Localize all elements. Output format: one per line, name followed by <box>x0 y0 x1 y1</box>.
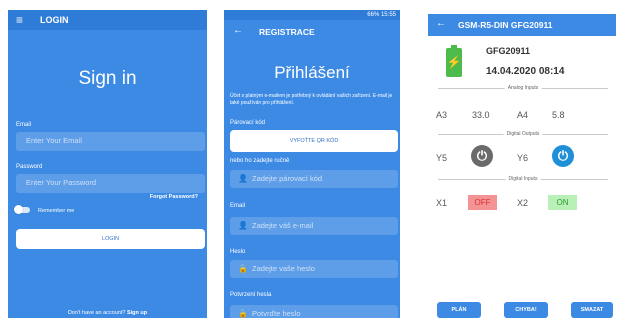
digital-inputs-divider: Digital Inputs <box>438 175 608 183</box>
manual-label: nebo ho zadejte ručně <box>230 158 290 164</box>
plan-button[interactable]: PLÁN <box>437 302 481 318</box>
toggle-knob <box>14 205 23 214</box>
status-text: 66% 15:55 <box>367 12 396 18</box>
y6-label: Y6 <box>517 153 529 163</box>
pairing-code-field[interactable]: 👤 Zadejte párovací kód <box>230 170 398 188</box>
login-button[interactable]: LOGIN <box>16 229 205 249</box>
device-screen: ← GSM-R5-DIN GFG20911 ⚡ GFG20911 14.04.2… <box>428 14 616 318</box>
confirm-password-label: Potvrzení hesla <box>230 292 272 298</box>
lock-icon: 🔒 <box>238 264 248 273</box>
remember-toggle[interactable] <box>14 205 30 214</box>
login-screen: ≡ LOGIN Sign in Email Enter Your Email P… <box>8 10 207 318</box>
status-bar: 66% 15:55 <box>224 10 400 20</box>
a3-label: A3 <box>436 110 448 120</box>
a4-value: 5.8 <box>552 110 565 120</box>
sign-in-heading: Sign in <box>78 68 137 89</box>
device-name: GFG20911 <box>486 46 531 56</box>
remember-label: Remember me <box>38 208 75 214</box>
reg-email-field[interactable]: 👤 Zadejte váš e-mail <box>230 217 398 235</box>
no-account-label: Don't have an account? <box>67 310 126 316</box>
analog-inputs-title: Analog Inputs <box>504 84 542 92</box>
person-icon: 👤 <box>238 221 248 230</box>
forgot-password-link[interactable]: Forgot Password? <box>150 193 198 201</box>
email-field[interactable]: Enter Your Email <box>16 132 205 151</box>
reg-password-field[interactable]: 🔒 Zadejte vaše heslo <box>230 260 398 278</box>
password-placeholder: Enter Your Password <box>26 178 97 187</box>
password-field[interactable]: Enter Your Password <box>16 174 205 193</box>
x1-state-badge: OFF <box>468 195 497 210</box>
registration-app-bar: ← REGISTRACE <box>224 20 400 42</box>
email-placeholder: Enter Your Email <box>26 136 82 145</box>
reg-email-placeholder: Zadejte váš e-mail <box>252 221 314 230</box>
registration-description: Účet s platným e-mailem je potřebný k ov… <box>230 93 393 106</box>
login-title: LOGIN <box>40 15 69 25</box>
digital-outputs-divider: Digital Outputs <box>438 130 608 138</box>
pairing-placeholder: Zadejte párovací kód <box>252 174 323 183</box>
confirm-password-field[interactable]: 🔒 Potvrďte heslo <box>230 305 398 318</box>
registration-title: REGISTRACE <box>259 27 315 37</box>
device-date: 14.04.2020 08:14 <box>486 66 565 77</box>
login-app-bar: ≡ LOGIN <box>8 10 207 30</box>
delete-button[interactable]: SMAZAT <box>571 302 613 318</box>
password-label: Password <box>16 164 43 170</box>
qr-code-button[interactable]: VYFOŤTE QR KÓD <box>230 130 398 152</box>
person-icon: 👤 <box>238 174 248 183</box>
battery-charging-icon: ⚡ <box>446 45 462 77</box>
no-account-text: Don't have an account? Sign up <box>8 309 207 317</box>
back-arrow-icon[interactable]: ← <box>233 25 243 37</box>
pairing-label: Párovací kód <box>230 120 266 126</box>
a3-value: 33.0 <box>472 110 490 120</box>
x2-label: X2 <box>517 198 529 208</box>
digital-outputs-title: Digital Outputs <box>503 130 543 138</box>
menu-icon[interactable]: ≡ <box>16 14 28 26</box>
prihlaseni-heading: Přihlášení <box>274 63 350 82</box>
analog-inputs-divider: Analog Inputs <box>438 84 608 92</box>
x1-label: X1 <box>436 198 448 208</box>
y5-power-icon[interactable]: ⏻ <box>471 145 493 167</box>
reg-password-placeholder: Zadejte vaše heslo <box>252 264 315 273</box>
email-label: Email <box>16 122 32 128</box>
a4-label: A4 <box>517 110 529 120</box>
y5-label: Y5 <box>436 153 448 163</box>
y6-power-icon[interactable]: ⏻ <box>552 145 574 167</box>
digital-inputs-title: Digital Inputs <box>505 175 541 183</box>
sign-up-link[interactable]: Sign up <box>127 310 147 316</box>
back-arrow-icon[interactable]: ← <box>436 18 446 30</box>
reg-email-label: Email <box>230 203 246 209</box>
reg-password-label: Heslo <box>230 249 246 255</box>
registration-screen: 66% 15:55 ← REGISTRACE Přihlášení Účet s… <box>224 10 400 318</box>
device-app-bar: ← GSM-R5-DIN GFG20911 <box>428 14 616 36</box>
lock-icon: 🔒 <box>238 309 248 318</box>
device-title: GSM-R5-DIN GFG20911 <box>458 20 553 30</box>
confirm-placeholder: Potvrďte heslo <box>252 309 301 318</box>
x2-state-badge: ON <box>548 195 577 210</box>
errors-button[interactable]: CHYBA! <box>504 302 548 318</box>
